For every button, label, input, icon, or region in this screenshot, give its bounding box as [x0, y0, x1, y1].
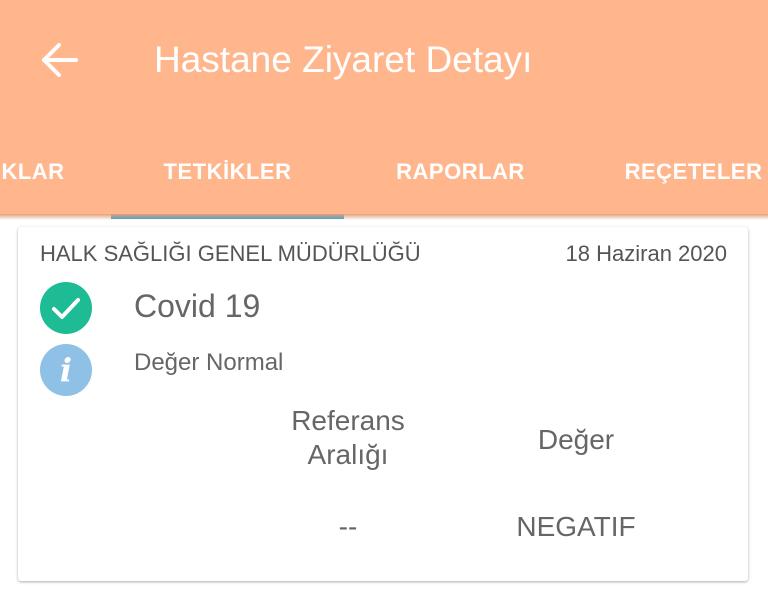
result-date: 18 Haziran 2020 — [565, 241, 727, 266]
test-name: Covid 19 — [134, 288, 261, 324]
page-title: Hastane Ziyaret Detayı — [154, 39, 533, 80]
value-header: Değer — [537, 424, 615, 455]
reference-range-header-line1: Referans — [291, 405, 405, 436]
tab-bar: KLAR TETKİKLER RAPORLAR REÇETELER — [0, 130, 768, 214]
info-icon: i — [40, 344, 92, 396]
reference-range-header-line2: Aralığı — [307, 439, 389, 470]
info-icon-glyph: i — [59, 351, 73, 389]
app-bar-shadow — [0, 214, 768, 220]
reference-range-header: Referans Aralığı — [268, 404, 428, 472]
test-result-card[interactable]: HALK SAĞLIĞI GENEL MÜDÜRLÜĞÜ 18 Haziran … — [18, 227, 748, 581]
tab-raporlar[interactable]: RAPORLAR — [344, 130, 577, 214]
check-circle-icon — [40, 282, 92, 334]
tab-tetkikler[interactable]: TETKİKLER — [111, 130, 344, 214]
tab-partial[interactable]: KLAR — [0, 130, 88, 214]
back-button[interactable] — [30, 30, 90, 90]
result-value: NEGATIF — [516, 511, 636, 542]
app-bar: Hastane Ziyaret Detayı KLAR TETKİKLER RA… — [0, 0, 768, 214]
organization-name: HALK SAĞLIĞI GENEL MÜDÜRLÜĞÜ — [40, 241, 421, 266]
reference-range-value: -- — [338, 511, 358, 542]
arrow-left-icon — [42, 43, 78, 77]
value-status: Değer Normal — [134, 349, 284, 376]
tab-receteler[interactable]: REÇETELER — [577, 130, 768, 214]
